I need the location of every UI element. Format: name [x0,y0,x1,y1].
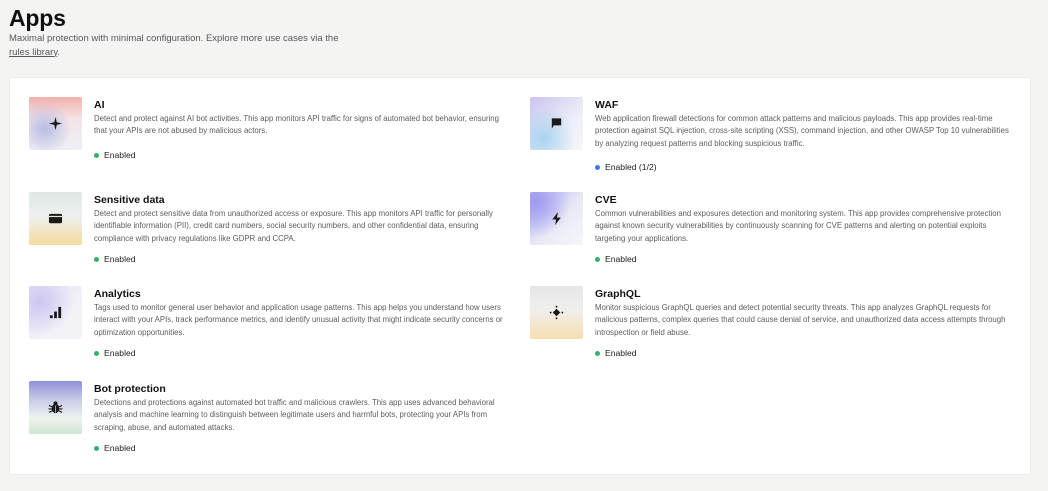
sparkle-icon [48,116,63,131]
app-waf-thumbnail [530,97,583,150]
app-graphql-status-label: Enabled [605,348,637,358]
apps-page: Apps Maximal protection with minimal con… [0,0,1048,491]
app-cve-thumbnail [530,192,583,245]
app-ai-title: AI [94,99,105,111]
status-dot-icon [94,256,99,262]
bar-chart-icon [49,306,62,319]
app-sensitive-data-title: Sensitive data [94,194,165,206]
subtitle-text: Maximal protection with minimal configur… [9,33,339,44]
app-analytics-status-label: Enabled [104,348,136,358]
lightning-icon [552,211,561,226]
apps-card: AI Detect and protect against AI bot act… [9,77,1031,475]
page-title: Apps [9,5,66,31]
app-ai-status-label: Enabled [104,150,136,160]
rules-library-link[interactable]: rules library [9,47,57,58]
status-dot-icon [595,256,600,262]
app-sensitive-data[interactable]: Sensitive data Detect and protect sensit… [29,192,509,264]
app-waf-status: Enabled (1/2) [595,162,1016,172]
app-ai-status: Enabled [94,150,509,160]
app-bot-protection-status-label: Enabled [104,443,136,453]
status-dot-icon [595,350,600,356]
app-sensitive-data-status: Enabled [94,254,509,264]
app-sensitive-data-thumbnail [29,192,82,245]
app-cve-description: Common vulnerabilities and exposures det… [595,209,1001,243]
app-analytics-status: Enabled [94,348,509,358]
app-ai-thumbnail [29,97,82,150]
app-cve-title: CVE [595,194,617,206]
app-analytics[interactable]: Analytics Tags used to monitor general u… [29,286,509,358]
status-dot-icon [94,152,99,158]
app-graphql-thumbnail [530,286,583,339]
app-sensitive-data-status-label: Enabled [104,254,136,264]
app-analytics-description: Tags used to monitor general user behavi… [94,303,503,337]
flag-icon [551,118,562,129]
credit-card-icon [48,213,63,224]
app-bot-protection-description: Detections and protections against autom… [94,398,495,432]
app-graphql-status: Enabled [595,348,1016,358]
app-ai[interactable]: AI Detect and protect against AI bot act… [29,97,509,160]
app-analytics-title: Analytics [94,288,141,300]
page-subtitle: Maximal protection with minimal configur… [9,32,349,59]
bug-icon [48,401,63,414]
app-bot-protection-status: Enabled [94,443,509,453]
app-cve-status: Enabled [595,254,1016,264]
status-dot-icon [94,445,99,451]
graphql-icon [549,305,564,320]
app-waf-status-label: Enabled (1/2) [605,162,657,172]
app-graphql-description: Monitor suspicious GraphQL queries and d… [595,303,1006,337]
app-waf-title: WAF [595,99,619,111]
app-analytics-thumbnail [29,286,82,339]
status-dot-icon [595,164,600,170]
app-waf-description: Web application firewall detections for … [595,114,1009,148]
app-cve-status-label: Enabled [605,254,637,264]
app-graphql-title: GraphQL [595,288,641,300]
app-bot-protection-thumbnail [29,381,82,434]
app-bot-protection-title: Bot protection [94,383,166,395]
subtitle-suffix: . [57,46,61,58]
app-waf[interactable]: WAF Web application firewall detections … [530,97,1016,172]
app-bot-protection[interactable]: Bot protection Detections and protection… [29,381,509,453]
app-graphql[interactable]: GraphQL Monitor suspicious GraphQL queri… [530,286,1016,358]
app-ai-description: Detect and protect against AI bot activi… [94,114,499,136]
app-cve[interactable]: CVE Common vulnerabilities and exposures… [530,192,1016,264]
status-dot-icon [94,350,99,356]
app-sensitive-data-description: Detect and protect sensitive data from u… [94,209,493,243]
